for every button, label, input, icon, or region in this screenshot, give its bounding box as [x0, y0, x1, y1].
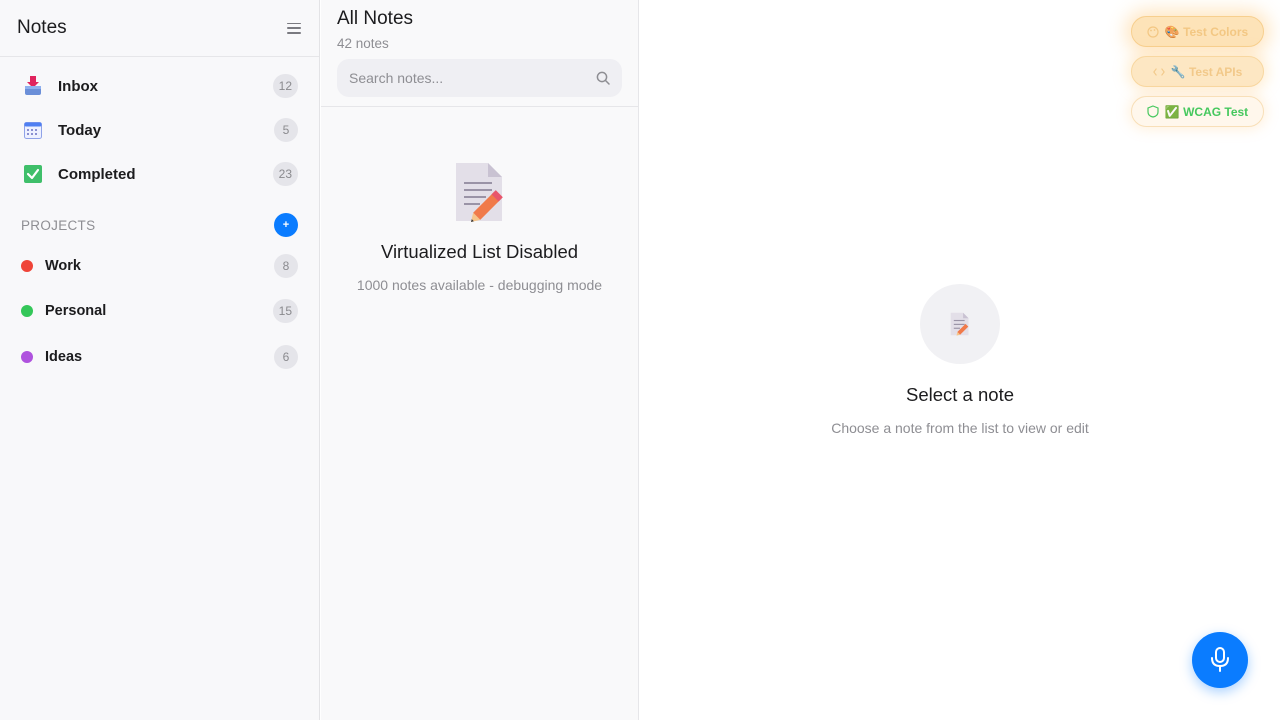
notes-count: 42 notes [337, 36, 389, 51]
palette-icon [1147, 25, 1159, 38]
empty-list-state: Virtualized List Disabled 1000 notes ava… [321, 107, 638, 293]
calendar-icon [23, 120, 43, 140]
project-label: Ideas [45, 348, 83, 365]
sidebar-item-today[interactable]: Today 5 [0, 108, 319, 152]
sidebar-item-inbox[interactable]: Inbox 12 [0, 64, 319, 108]
project-label: Work [45, 257, 81, 274]
count-badge: 15 [272, 299, 298, 324]
project-label: Personal [45, 303, 107, 320]
notes-list-panel: All Notes 42 notes Search notes... Virtu… [321, 0, 639, 720]
sidebar-item-label: Inbox [58, 77, 98, 95]
code-icon [1152, 66, 1165, 78]
project-color-dot [21, 350, 33, 363]
project-item-work[interactable]: Work 8 [0, 243, 319, 289]
count-badge: 23 [272, 162, 298, 186]
wcag-test-label: ✅ WCAG Test [1164, 104, 1249, 119]
count-badge: 6 [274, 344, 298, 369]
count-badge: 8 [274, 253, 298, 278]
empty-list-subtitle: 1000 notes available - debugging mode [356, 277, 603, 293]
empty-list-title: Virtualized List Disabled [380, 241, 579, 262]
sidebar-item-label: Completed [58, 165, 136, 183]
check-box-icon [23, 164, 43, 184]
project-item-personal[interactable]: Personal 15 [0, 289, 319, 335]
search-icon[interactable] [596, 71, 610, 85]
memo-icon-circle [920, 284, 1000, 364]
memo-icon [950, 312, 969, 336]
test-colors-label: 🎨 Test Colors [1164, 24, 1249, 39]
placeholder-title: Select a note [906, 384, 1014, 405]
inbox-tray-icon [23, 76, 43, 96]
test-apis-button[interactable]: 🔧 Test APIs [1131, 56, 1264, 87]
notes-list-header: All Notes 42 notes [321, 0, 638, 107]
test-colors-button[interactable]: 🎨 Test Colors [1131, 16, 1264, 47]
sidebar-header: Notes [0, 0, 319, 57]
project-color-dot [21, 305, 33, 318]
notes-app: Notes Inbox 12 Today 5 Completed 23 PROJ… [0, 0, 1280, 720]
sidebar: Notes Inbox 12 Today 5 Completed 23 PROJ… [0, 0, 320, 720]
shield-icon [1147, 105, 1159, 118]
notes-list-title: All Notes [337, 8, 414, 29]
placeholder-subtitle: Choose a note from the list to view or e… [831, 420, 1089, 436]
sidebar-nav: Inbox 12 Today 5 Completed 23 [0, 57, 319, 196]
sidebar-item-label: Today [58, 121, 102, 139]
no-selection-state: Select a note Choose a note from the lis… [640, 284, 1280, 436]
search-input[interactable] [349, 70, 596, 86]
test-apis-label: 🔧 Test APIs [1170, 64, 1243, 79]
sidebar-item-completed[interactable]: Completed 23 [0, 152, 319, 196]
memo-icon [452, 161, 508, 223]
sidebar-title: Notes [17, 17, 67, 38]
count-badge: 5 [274, 118, 298, 142]
microphone-icon [1211, 647, 1229, 672]
wcag-test-button[interactable]: ✅ WCAG Test [1131, 96, 1264, 127]
voice-record-button[interactable] [1192, 632, 1248, 688]
project-color-dot [21, 259, 33, 272]
projects-label: PROJECTS [21, 217, 96, 233]
projects-header: PROJECTS + [0, 207, 319, 243]
hamburger-menu-icon[interactable] [287, 22, 301, 34]
project-item-ideas[interactable]: Ideas 6 [0, 334, 319, 380]
add-project-button[interactable]: + [274, 213, 298, 237]
search-box [337, 59, 622, 97]
count-badge: 12 [272, 74, 298, 98]
